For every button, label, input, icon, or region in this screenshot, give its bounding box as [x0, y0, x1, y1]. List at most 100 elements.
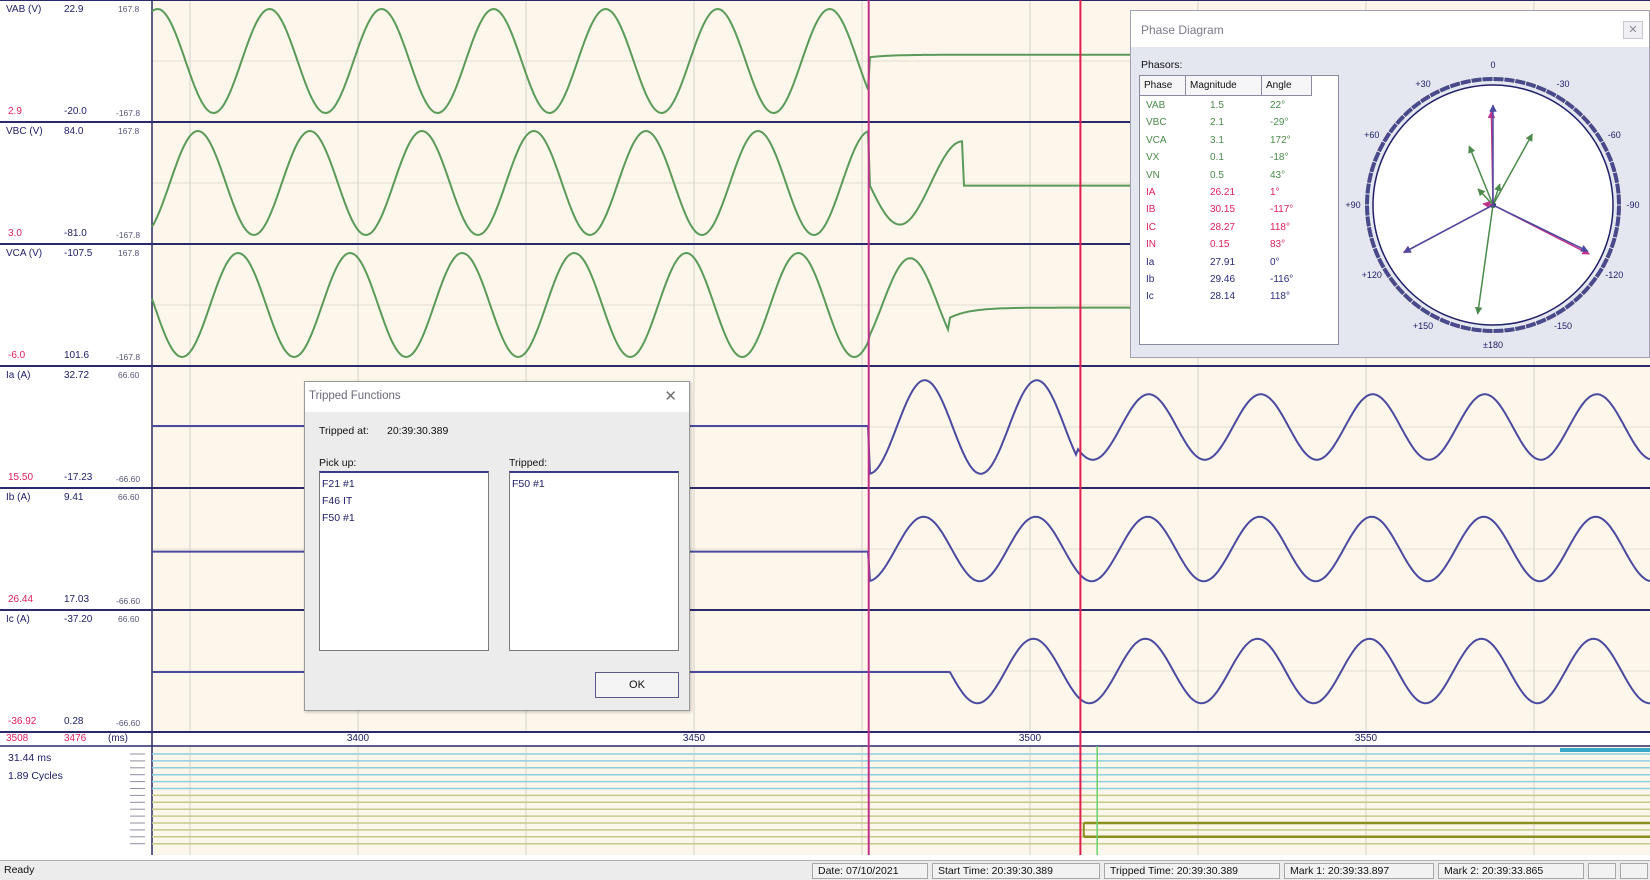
status-cell-empty-1: [1588, 863, 1616, 879]
phasor-angle: 43°: [1270, 169, 1286, 181]
digital-active-bar: [1560, 748, 1650, 752]
dial-tick: [1503, 327, 1505, 334]
channel-mark-b: -17.23: [64, 472, 93, 483]
channel-scale-bottom: -167.8: [116, 230, 141, 240]
list-item[interactable]: F46 IT: [322, 493, 486, 510]
phasor-magnitude: 0.5: [1210, 169, 1224, 181]
channel-scale-top: 167.8: [118, 4, 140, 14]
dial-angle-label: ±180: [1483, 340, 1503, 350]
channel-mark-b: -81.0: [64, 228, 87, 239]
phasor-magnitude: 30.15: [1210, 204, 1236, 216]
channel-name: VBC (V): [6, 126, 43, 137]
phasor-dial: 0 -30 -60 -90 -120 -150 ±180 +150 +120 +90 +60 +30: [1345, 60, 1639, 350]
phasor-angle: 1°: [1270, 187, 1280, 198]
dial-angle-label: -120: [1605, 270, 1623, 280]
phasor-table: Phase Magnitude Angle VAB 1.5 22° VBC 2.1 -29…: [1139, 75, 1339, 345]
channel-scale-top: 66.60: [118, 370, 140, 380]
channel-mark-a: 2.9: [8, 106, 22, 117]
dial-tick: [1503, 76, 1505, 83]
phasor-angle: 118°: [1270, 221, 1290, 233]
dial-angle-label: -90: [1626, 200, 1639, 210]
pickup-label: Pick up:: [319, 457, 357, 469]
channel-mark-a: 26.44: [8, 594, 34, 605]
channel-scale-bottom: -167.8: [116, 108, 141, 118]
list-item[interactable]: F21 #1: [322, 476, 486, 493]
column-header-magnitude: Magnitude: [1186, 76, 1262, 96]
channel-name: Ic (A): [6, 614, 30, 625]
time-tick-label: 3450: [682, 733, 706, 744]
table-row: VBC 2.1 -29°: [1140, 115, 1338, 133]
table-row: IB 30.15 -117°: [1140, 202, 1338, 220]
time-axis-left-b: 3476: [64, 733, 87, 744]
channel-name: VAB (V): [6, 4, 42, 15]
channel-mark-a: 3.0: [8, 228, 22, 239]
dial-angle-label: +120: [1362, 270, 1382, 280]
table-row: Ia 27.91 0°: [1140, 255, 1338, 273]
phasor-phase: VX: [1146, 152, 1160, 164]
phasor-magnitude: 27.91: [1210, 256, 1236, 268]
ok-button[interactable]: OK: [595, 672, 679, 698]
phasor-phase: IC: [1146, 221, 1156, 233]
tripped-at-value: 20:39:30.389: [387, 425, 449, 437]
phasor-phase: VCA: [1146, 134, 1167, 146]
table-row: VAB 1.5 22°: [1140, 98, 1338, 116]
time-tick-label: 3400: [346, 733, 370, 744]
status-mark2: Mark 2: 20:39:33.865: [1438, 863, 1584, 879]
channel-name: Ib (A): [6, 492, 31, 503]
dial-angle-label: -60: [1608, 130, 1621, 140]
list-item[interactable]: F50 #1: [512, 476, 676, 493]
table-row: IN 0.15 83°: [1140, 237, 1338, 255]
dial-tick: [1364, 193, 1371, 195]
phasor-magnitude: 1.5: [1210, 100, 1224, 111]
pickup-listbox[interactable]: F21 #1 F46 IT F50 #1: [319, 471, 489, 651]
phase-diagram-title: Phase Diagram: [1131, 11, 1649, 47]
channel-value: 22.9: [64, 4, 84, 15]
dial-angle-label: +60: [1364, 130, 1379, 140]
phasor-phase: VAB: [1146, 100, 1166, 111]
channel-mark-a: 15.50: [8, 472, 34, 483]
phasor-angle: 172°: [1270, 134, 1291, 146]
phasor-phase: VBC: [1146, 117, 1167, 129]
phasor-angle: 22°: [1270, 100, 1286, 111]
channel-mark-a: -6.0: [8, 350, 26, 361]
time-tick-label: 3550: [1354, 733, 1378, 744]
phasor-magnitude: 0.15: [1210, 239, 1230, 251]
column-header-phase: Phase: [1140, 76, 1186, 96]
tripped-listbox[interactable]: F50 #1: [509, 471, 679, 651]
tripped-label: Tripped:: [509, 457, 548, 469]
phasor-phase: VN: [1146, 169, 1160, 181]
phasor-angle: 83°: [1270, 239, 1286, 251]
channel-name: VCA (V): [6, 248, 43, 259]
channel-value: -107.5: [64, 248, 93, 259]
dial-tick: [1481, 76, 1483, 83]
table-row: VN 0.5 43°: [1140, 168, 1338, 186]
tripped-functions-dialog[interactable]: Tripped Functions ✕ Tripped at: 20:39:30…: [304, 381, 690, 711]
phasor-magnitude: 28.14: [1210, 291, 1236, 303]
close-icon[interactable]: ✕: [1623, 21, 1643, 39]
time-tick-label: 3500: [1018, 733, 1042, 744]
channel-value: -37.20: [64, 614, 93, 625]
phase-diagram-window[interactable]: Phase Diagram ✕ Phasors: Phase Magnitude…: [1130, 10, 1650, 358]
channel-mark-b: 17.03: [64, 594, 90, 605]
digital-background: [152, 746, 1650, 855]
list-item[interactable]: F50 #1: [322, 510, 486, 527]
dial-tick: [1615, 193, 1622, 195]
channel-scale-top: 167.8: [118, 126, 140, 136]
channel-scale-top: 167.8: [118, 248, 140, 258]
delta-time-readout: 31.44 ms: [8, 752, 52, 764]
dial-tick: [1481, 327, 1483, 334]
channel-scale-bottom: -66.60: [116, 718, 141, 728]
status-mark1: Mark 1: 20:39:33.897: [1284, 863, 1434, 879]
dial-angle-label: +150: [1413, 321, 1433, 331]
dial-angle-label: -150: [1554, 321, 1572, 331]
dial-tick: [1364, 215, 1371, 217]
channel-scale-bottom: -167.8: [116, 352, 141, 362]
status-bar: Ready Date: 07/10/2021 Start Time: 20:39…: [0, 860, 1650, 880]
phasor-angle: -29°: [1270, 117, 1289, 129]
status-start-time: Start Time: 20:39:30.389: [932, 863, 1100, 879]
phasor-magnitude: 26.21: [1210, 187, 1236, 198]
phasor-magnitude: 2.1: [1210, 117, 1224, 129]
phasor-phase: IN: [1146, 239, 1156, 251]
phasor-magnitude: 28.27: [1210, 221, 1236, 233]
close-icon[interactable]: ✕: [664, 387, 677, 405]
